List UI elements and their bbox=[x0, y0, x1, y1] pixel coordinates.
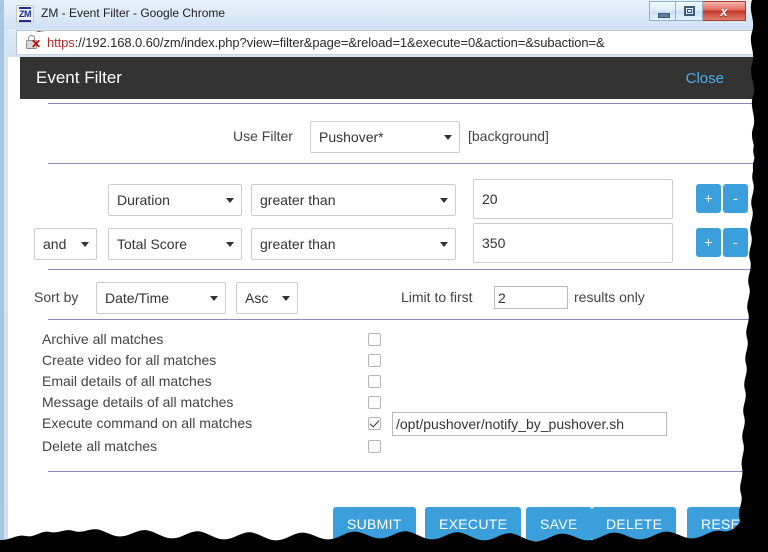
attribute-select-1[interactable]: Duration bbox=[108, 184, 242, 216]
operator-select-wrap-2: greater than bbox=[251, 228, 456, 260]
window-title: ZM - Event Filter - Google Chrome bbox=[41, 6, 226, 20]
maximize-icon bbox=[684, 6, 695, 16]
url-scheme: https bbox=[47, 35, 75, 50]
sort-row: Sort by Date/Time Asc Limit to first res… bbox=[20, 277, 768, 319]
action-label-create-video: Create video for all matches bbox=[42, 352, 217, 368]
use-filter-row: Use Filter Pushover* [background] bbox=[20, 117, 768, 163]
divider-filter bbox=[48, 163, 768, 164]
execute-button[interactable]: EXECUTE bbox=[425, 507, 522, 541]
add-term-button-2[interactable]: + bbox=[696, 228, 721, 257]
action-label-archive: Archive all matches bbox=[42, 331, 164, 347]
page-title: Event Filter bbox=[36, 68, 122, 87]
url-rest: ://192.168.0.60/zm/index.php?view=filter… bbox=[74, 35, 605, 50]
filter-term-row: Duration greater than + - bbox=[20, 179, 768, 223]
action-label-delete: Delete all matches bbox=[42, 438, 158, 454]
filter-term-row: and Total Score greater than + bbox=[20, 223, 768, 267]
sort-field-select[interactable]: Date/Time bbox=[96, 282, 226, 314]
conjunction-select-2[interactable]: and bbox=[34, 228, 97, 260]
dialog-buttons: SUBMIT EXECUTE SAVE DELETE RESET bbox=[20, 507, 768, 547]
submit-button[interactable]: SUBMIT bbox=[333, 507, 416, 541]
operator-select-wrap-1: greater than bbox=[251, 184, 456, 216]
action-label-message: Message details of all matches bbox=[42, 394, 234, 410]
value-input-1[interactable] bbox=[473, 179, 673, 219]
divider-sort bbox=[48, 319, 768, 320]
divider-terms bbox=[48, 269, 768, 270]
limit-prefix-label: Limit to first bbox=[401, 289, 473, 305]
page-content: Event Filter Close Use Filter Pushover* … bbox=[8, 57, 768, 552]
action-label-execute-command: Execute command on all matches bbox=[42, 415, 253, 431]
limit-input[interactable] bbox=[494, 286, 568, 309]
event-filter-form: Use Filter Pushover* [background] Durati… bbox=[20, 99, 768, 552]
close-window-button[interactable]: x bbox=[703, 1, 746, 21]
reset-button[interactable]: RESET bbox=[687, 507, 764, 541]
remove-term-button-2[interactable]: - bbox=[723, 228, 748, 257]
action-checkbox-message[interactable] bbox=[368, 396, 381, 409]
minimize-icon bbox=[658, 13, 670, 18]
operator-select-1[interactable]: greater than bbox=[251, 184, 456, 216]
modal-close-link[interactable]: Close bbox=[686, 70, 724, 87]
attribute-select-2[interactable]: Total Score bbox=[108, 228, 242, 260]
address-bar[interactable]: ✕ https://192.168.0.60/zm/index.php?view… bbox=[16, 30, 768, 55]
limit-suffix-label: results only bbox=[574, 289, 645, 305]
window-titlebar: ZM ZM - Event Filter - Google Chrome x bbox=[4, 0, 768, 29]
use-filter-label: Use Filter bbox=[233, 128, 293, 144]
execute-command-input[interactable] bbox=[392, 412, 667, 436]
value-input-2[interactable] bbox=[473, 223, 673, 263]
remove-term-button-1[interactable]: - bbox=[723, 184, 748, 213]
url-text: https://192.168.0.60/zm/index.php?view=f… bbox=[36, 31, 605, 50]
action-checkbox-archive[interactable] bbox=[368, 333, 381, 346]
delete-button[interactable]: DELETE bbox=[592, 507, 677, 541]
minimize-button[interactable] bbox=[649, 1, 676, 21]
toolbar: ✕ https://192.168.0.60/zm/index.php?view… bbox=[8, 29, 768, 57]
maximize-button[interactable] bbox=[676, 1, 703, 21]
action-checkbox-delete[interactable] bbox=[368, 440, 381, 453]
action-label-email: Email details of all matches bbox=[42, 373, 212, 389]
sort-by-label: Sort by bbox=[34, 289, 79, 305]
actions-list: Archive all matches Create video for all… bbox=[20, 331, 768, 461]
sort-field-select-wrap: Date/Time bbox=[96, 282, 226, 314]
chrome-window: ZM ZM - Event Filter - Google Chrome x ✕… bbox=[0, 0, 768, 552]
filter-select-wrap: Pushover* bbox=[310, 121, 460, 153]
attribute-select-wrap-2: Total Score bbox=[108, 228, 242, 260]
background-label: [background] bbox=[468, 128, 549, 144]
window-controls: x bbox=[649, 1, 746, 21]
zm-favicon-icon: ZM bbox=[16, 5, 34, 23]
attribute-select-wrap-1: Duration bbox=[108, 184, 242, 216]
save-button[interactable]: SAVE bbox=[526, 507, 592, 541]
add-term-button-1[interactable]: + bbox=[696, 184, 721, 213]
broken-https-lock-icon[interactable]: ✕ bbox=[23, 34, 45, 52]
action-checkbox-email[interactable] bbox=[368, 375, 381, 388]
operator-select-2[interactable]: greater than bbox=[251, 228, 456, 260]
screenshot-root: ZM ZM - Event Filter - Google Chrome x ✕… bbox=[0, 0, 768, 552]
conjunction-select-wrap-2: and bbox=[34, 228, 97, 260]
sort-direction-select[interactable]: Asc bbox=[236, 282, 298, 314]
modal-header: Event Filter Close bbox=[20, 57, 768, 99]
divider-top bbox=[48, 103, 768, 104]
close-icon: x bbox=[720, 3, 728, 19]
use-filter-select[interactable]: Pushover* bbox=[310, 121, 460, 153]
action-checkbox-create-video[interactable] bbox=[368, 354, 381, 367]
action-checkbox-execute-command[interactable] bbox=[368, 417, 381, 430]
sort-direction-select-wrap: Asc bbox=[236, 282, 298, 314]
divider-actions bbox=[48, 471, 768, 472]
